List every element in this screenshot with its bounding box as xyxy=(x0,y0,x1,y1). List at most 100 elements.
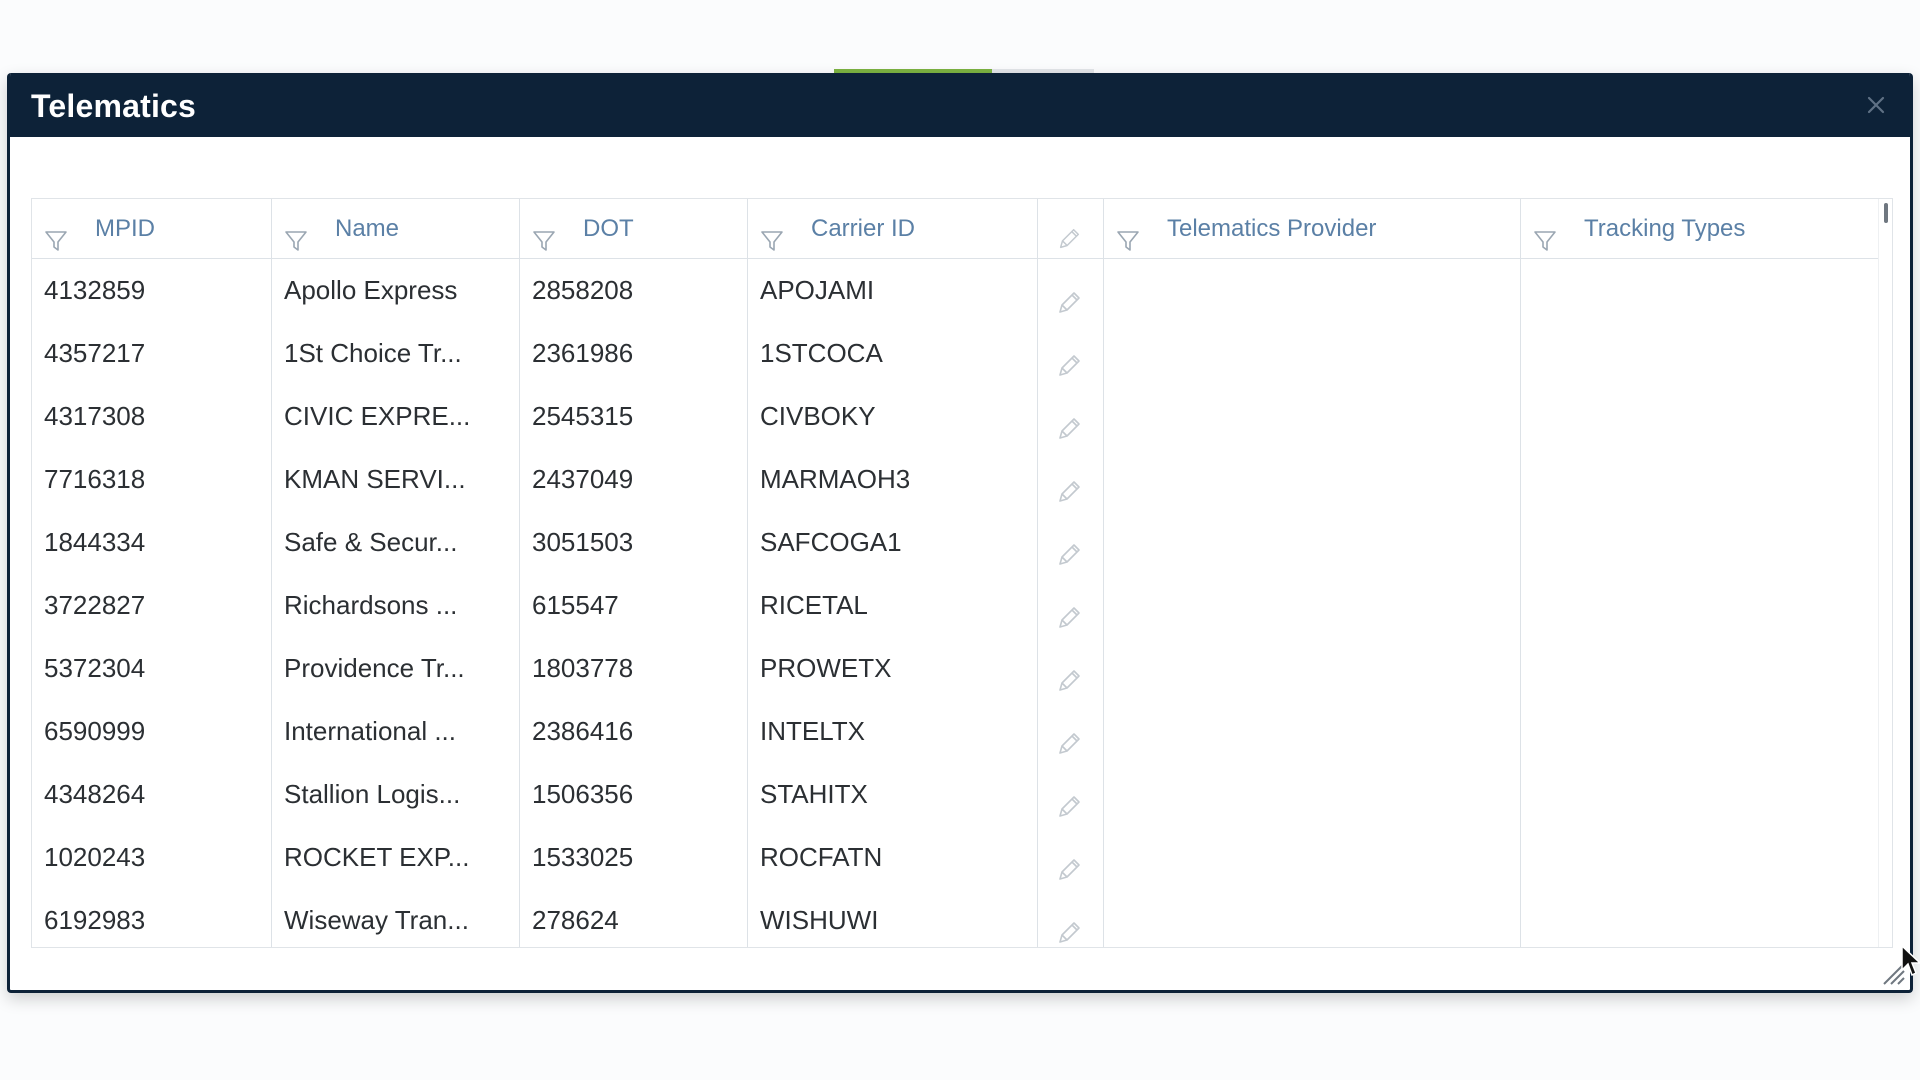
cell-telematics-provider xyxy=(1116,889,1513,947)
cell-name: Stallion Logis... xyxy=(284,779,461,809)
column-header-tracking-types[interactable]: Tracking Types xyxy=(1521,199,1880,258)
table-row[interactable]: 7716318 KMAN SERVI... 2437049 MARMAOH3 xyxy=(32,448,1880,511)
cell-carrier-id: WISHUWI xyxy=(760,905,879,935)
cell-mpid: 1020243 xyxy=(44,842,146,872)
table-row[interactable]: 4317308 CIVIC EXPRE... 2545315 CIVBOKY xyxy=(32,385,1880,448)
cell-tracking-types xyxy=(1533,637,1872,700)
table-row[interactable]: 5372304 Providence Tr... 1803778 PROWETX xyxy=(32,637,1880,700)
pencil-icon[interactable] xyxy=(1055,907,1083,943)
cell-carrier-id: SAFCOGA1 xyxy=(760,527,902,557)
cell-tracking-types xyxy=(1533,448,1872,511)
filter-funnel-icon[interactable] xyxy=(760,216,784,251)
column-header-edit[interactable] xyxy=(1038,199,1104,258)
telematics-grid: MPID Name DOT Carrier ID Telematics Provider… xyxy=(31,198,1893,948)
cell-dot: 2858208 xyxy=(532,275,634,305)
cell-telematics-provider xyxy=(1116,574,1513,637)
cell-dot: 2437049 xyxy=(532,464,634,494)
column-header-mpid[interactable]: MPID xyxy=(32,199,272,258)
cell-dot: 2361986 xyxy=(532,338,634,368)
pencil-icon[interactable] xyxy=(1055,844,1083,880)
cell-edit[interactable] xyxy=(1038,448,1100,511)
vertical-scrollbar[interactable] xyxy=(1878,199,1892,947)
cell-tracking-types xyxy=(1533,511,1872,574)
cell-name: ROCKET EXP... xyxy=(284,842,470,872)
cell-carrier-id: MARMAOH3 xyxy=(760,464,911,494)
dialog-titlebar[interactable]: Telematics xyxy=(10,73,1910,137)
column-header-name[interactable]: Name xyxy=(272,199,520,258)
table-row[interactable]: 6590999 International ... 2386416 INTELTX xyxy=(32,700,1880,763)
cell-mpid: 7716318 xyxy=(44,464,146,494)
column-header-label: MPID xyxy=(95,215,155,242)
cell-mpid: 4348264 xyxy=(44,779,146,809)
pencil-icon[interactable] xyxy=(1055,781,1083,817)
cell-dot: 615547 xyxy=(532,590,619,620)
pencil-icon[interactable] xyxy=(1055,403,1083,439)
filter-funnel-icon[interactable] xyxy=(1116,216,1140,251)
cell-edit[interactable] xyxy=(1038,763,1100,826)
table-row[interactable]: 4357217 1St Choice Tr... 2361986 1STCOCA xyxy=(32,322,1880,385)
cell-mpid: 4132859 xyxy=(44,275,146,305)
pencil-icon[interactable] xyxy=(1055,277,1083,313)
cell-mpid: 5372304 xyxy=(44,653,146,683)
table-row[interactable]: 6192983 Wiseway Tran... 278624 WISHUWI xyxy=(32,889,1880,947)
cell-name: International ... xyxy=(284,716,456,746)
pencil-icon[interactable] xyxy=(1055,592,1083,628)
cell-edit[interactable] xyxy=(1038,259,1100,322)
filter-funnel-icon[interactable] xyxy=(532,216,556,251)
cell-telematics-provider xyxy=(1116,259,1513,322)
pencil-icon[interactable] xyxy=(1055,340,1083,376)
filter-funnel-icon[interactable] xyxy=(1533,216,1557,251)
cell-telematics-provider xyxy=(1116,700,1513,763)
cell-carrier-id: PROWETX xyxy=(760,653,892,683)
cell-tracking-types xyxy=(1533,889,1872,947)
pencil-icon[interactable] xyxy=(1055,718,1083,754)
close-icon[interactable] xyxy=(1862,91,1890,119)
column-header-label: Telematics Provider xyxy=(1167,215,1377,242)
table-row[interactable]: 3722827 Richardsons ... 615547 RICETAL xyxy=(32,574,1880,637)
grid-header-row: MPID Name DOT Carrier ID Telematics Provider… xyxy=(32,199,1880,259)
column-header-label: Carrier ID xyxy=(811,215,916,242)
cell-name: Richardsons ... xyxy=(284,590,458,620)
cell-edit[interactable] xyxy=(1038,511,1100,574)
table-row[interactable]: 4132859 Apollo Express 2858208 APOJAMI xyxy=(32,259,1880,322)
cell-edit[interactable] xyxy=(1038,574,1100,637)
cell-edit[interactable] xyxy=(1038,385,1100,448)
cell-telematics-provider xyxy=(1116,322,1513,385)
pencil-icon[interactable] xyxy=(1055,655,1083,691)
cell-dot: 1533025 xyxy=(532,842,634,872)
cell-name: Apollo Express xyxy=(284,275,458,305)
cell-mpid: 4317308 xyxy=(44,401,146,431)
cell-carrier-id: RICETAL xyxy=(760,590,868,620)
cell-dot: 1506356 xyxy=(532,779,634,809)
cell-edit[interactable] xyxy=(1038,637,1100,700)
cell-telematics-provider xyxy=(1116,763,1513,826)
cell-name: Safe & Secur... xyxy=(284,527,458,557)
cell-telematics-provider xyxy=(1116,511,1513,574)
pencil-icon[interactable] xyxy=(1055,529,1083,565)
cell-dot: 2386416 xyxy=(532,716,634,746)
cell-name: Wiseway Tran... xyxy=(284,905,469,935)
column-header-carrier-id[interactable]: Carrier ID xyxy=(748,199,1038,258)
cell-edit[interactable] xyxy=(1038,700,1100,763)
column-header-dot[interactable]: DOT xyxy=(520,199,748,258)
cell-name: 1St Choice Tr... xyxy=(284,338,462,368)
cell-edit[interactable] xyxy=(1038,826,1100,889)
column-header-telematics-provider[interactable]: Telematics Provider xyxy=(1104,199,1521,258)
table-row[interactable]: 1844334 Safe & Secur... 3051503 SAFCOGA1 xyxy=(32,511,1880,574)
pencil-icon[interactable] xyxy=(1055,466,1083,502)
cell-telematics-provider xyxy=(1116,826,1513,889)
cell-name: Providence Tr... xyxy=(284,653,465,683)
table-row[interactable]: 1020243 ROCKET EXP... 1533025 ROCFATN xyxy=(32,826,1880,889)
cell-edit[interactable] xyxy=(1038,322,1100,385)
column-header-label: Name xyxy=(335,215,400,242)
scrollbar-thumb[interactable] xyxy=(1884,203,1888,223)
cell-name: KMAN SERVI... xyxy=(284,464,466,494)
filter-funnel-icon[interactable] xyxy=(284,216,308,251)
cell-dot: 3051503 xyxy=(532,527,634,557)
cell-carrier-id: 1STCOCA xyxy=(760,338,883,368)
cell-tracking-types xyxy=(1533,574,1872,637)
cell-edit[interactable] xyxy=(1038,889,1100,947)
cell-carrier-id: STAHITX xyxy=(760,779,868,809)
filter-funnel-icon[interactable] xyxy=(44,216,68,251)
table-row[interactable]: 4348264 Stallion Logis... 1506356 STAHITX xyxy=(32,763,1880,826)
